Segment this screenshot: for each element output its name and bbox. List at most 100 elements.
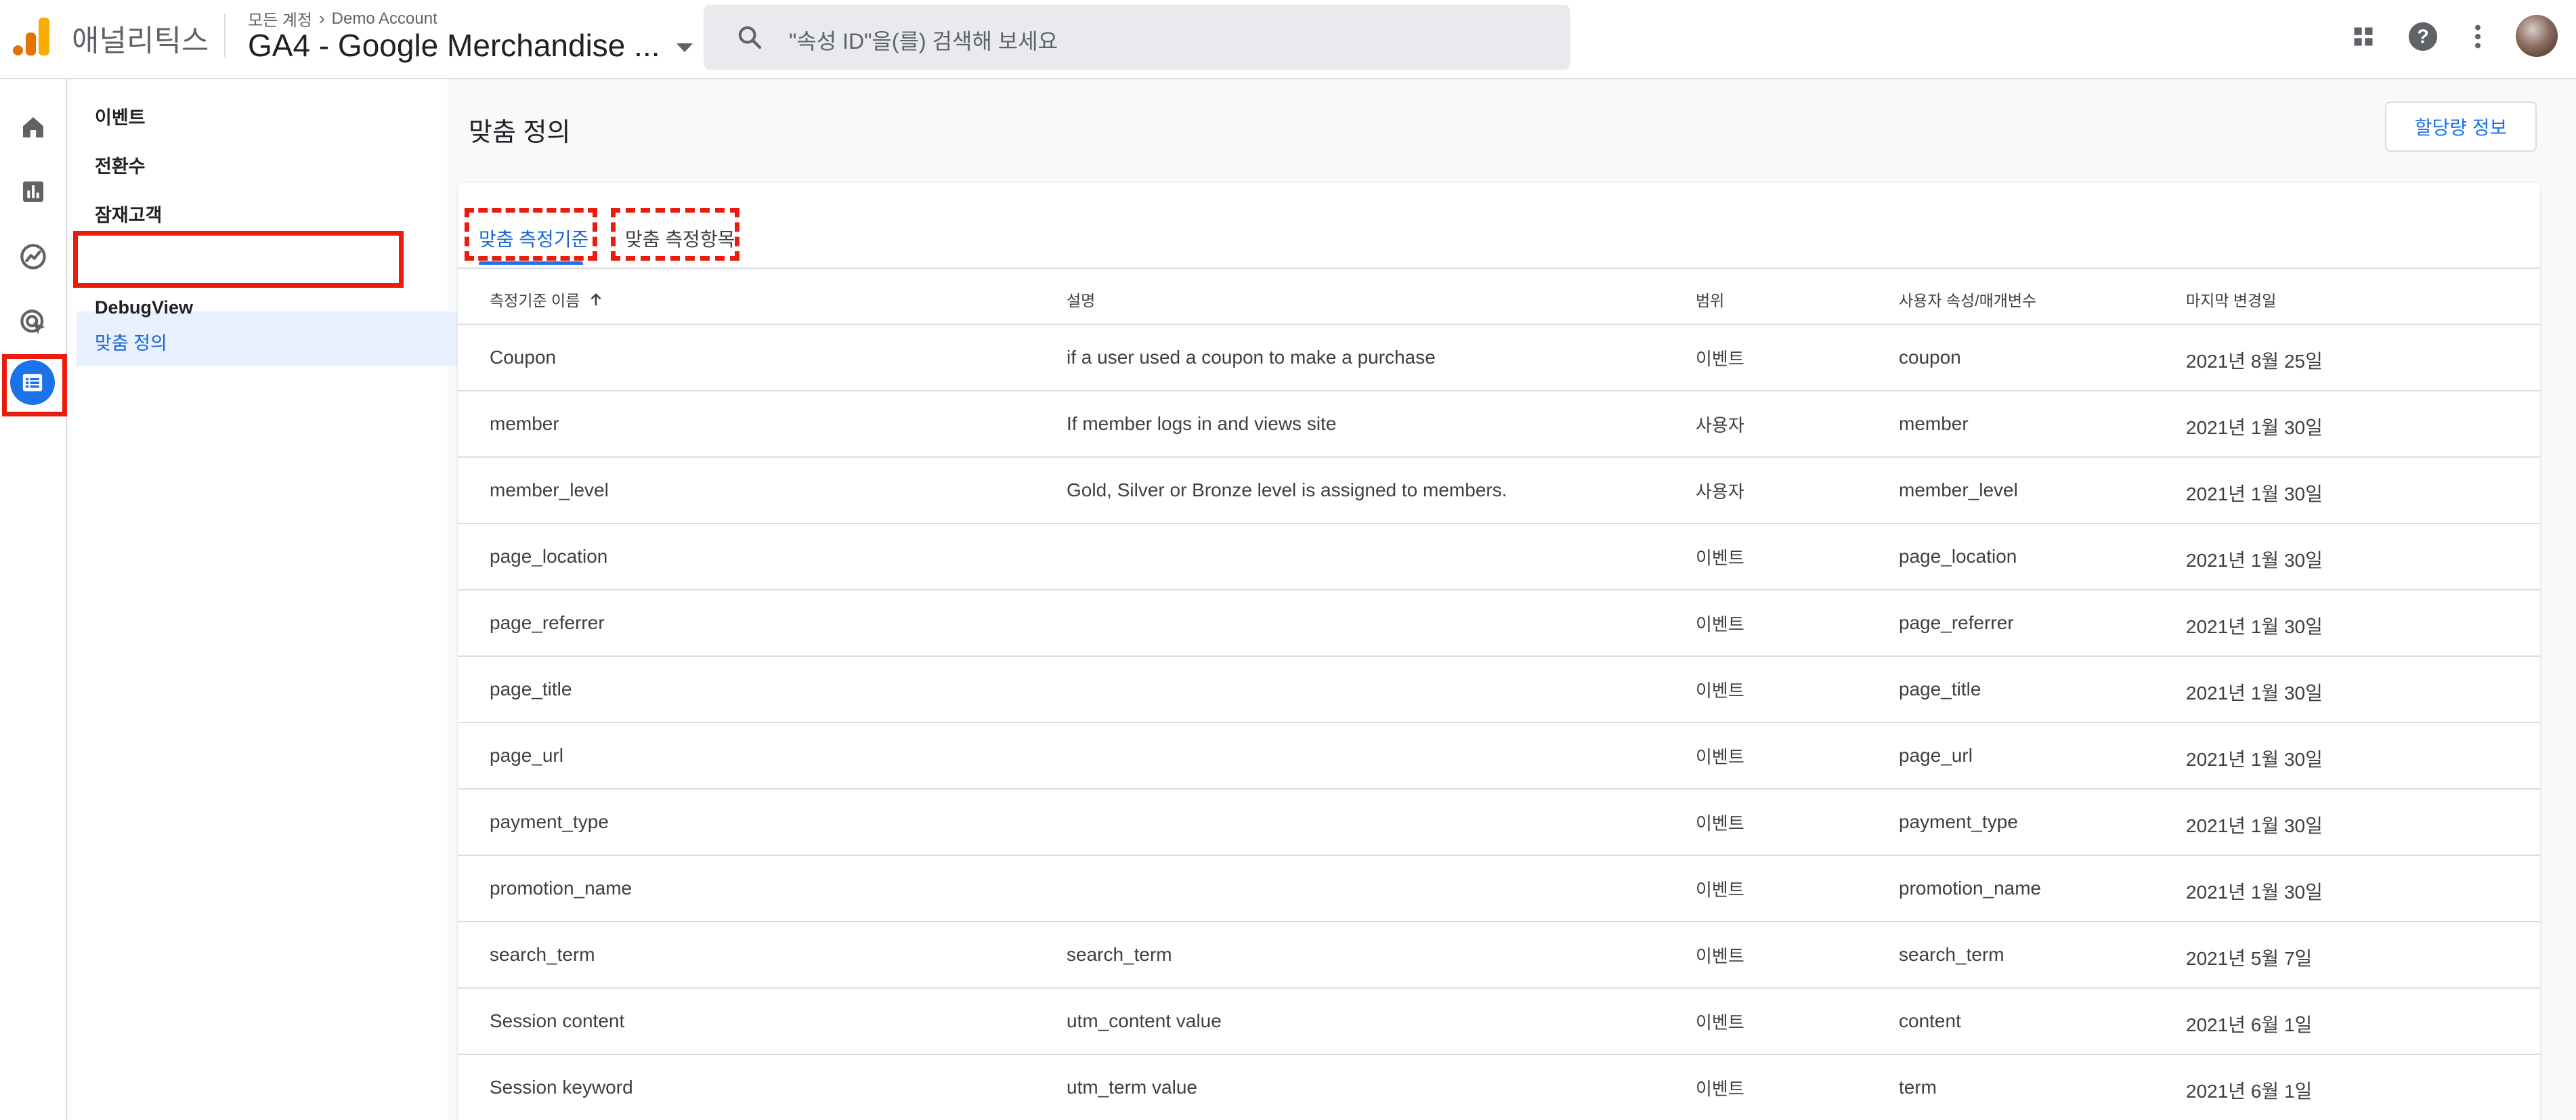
- cell-name: Session content: [490, 1010, 625, 1031]
- cell-description: if a user used a coupon to make a purcha…: [1067, 347, 1436, 368]
- cell-parameter: search_term: [1899, 944, 2004, 965]
- annotation-box-custom-definitions: [73, 231, 404, 288]
- table-row[interactable]: member If member logs in and views site …: [458, 391, 2540, 458]
- table-row[interactable]: search_term search_term 이벤트 search_term …: [458, 922, 2540, 989]
- cell-parameter: member: [1899, 413, 1969, 434]
- apps-grid-icon[interactable]: [2347, 20, 2380, 53]
- cell-scope: 이벤트: [1696, 813, 1744, 834]
- table-body: Coupon if a user used a coupon to make a…: [458, 325, 2540, 1120]
- table-row[interactable]: page_referrer 이벤트 page_referrer 2021년 1월…: [458, 590, 2540, 657]
- subnav-item-conversions[interactable]: 전환수: [95, 152, 146, 178]
- more-vert-icon[interactable]: [2462, 20, 2494, 53]
- cell-parameter: coupon: [1899, 347, 1961, 368]
- cell-parameter: payment_type: [1899, 811, 2018, 832]
- header-divider: [224, 14, 226, 57]
- cell-parameter: content: [1899, 1010, 1961, 1031]
- cell-last-modified: 2021년 6월 1일: [2186, 1014, 2313, 1035]
- cell-last-modified: 2021년 1월 30일: [2186, 483, 2323, 504]
- table-header: 측정기준 이름 설명 범위 사용자 속성/매개변수 마지막 변경일: [458, 267, 2540, 325]
- table-row[interactable]: Coupon if a user used a coupon to make a…: [458, 325, 2540, 391]
- arrow-upward-icon[interactable]: [588, 290, 604, 308]
- search-bar[interactable]: "속성 ID"을(를) 검색해 보세요: [704, 5, 1570, 70]
- cell-parameter: promotion_name: [1899, 878, 2042, 899]
- cell-name: search_term: [490, 944, 595, 965]
- column-header-description[interactable]: 설명: [1067, 288, 1095, 311]
- breadcrumb-account[interactable]: Demo Account: [332, 9, 437, 28]
- cell-last-modified: 2021년 1월 30일: [2186, 882, 2323, 903]
- annotation-box-tab-dimensions: [465, 208, 597, 261]
- column-header-scope[interactable]: 범위: [1696, 288, 1724, 311]
- cell-name: page_title: [490, 679, 572, 699]
- cell-name: page_referrer: [490, 612, 605, 633]
- subnav-item-debugview[interactable]: DebugView: [95, 297, 193, 318]
- definitions-card: 맞춤 측정기준 맞춤 측정항목 측정기준 이름 설명 범위 사용자 속성/매개변…: [458, 183, 2540, 1120]
- cell-scope: 이벤트: [1696, 548, 1744, 568]
- help-icon[interactable]: ?: [2407, 20, 2439, 53]
- cell-name: page_location: [490, 546, 608, 567]
- cell-scope: 이벤트: [1696, 349, 1744, 369]
- table-row[interactable]: page_location 이벤트 page_location 2021년 1월…: [458, 524, 2540, 590]
- app-name: 애널리틱스: [72, 24, 209, 58]
- cell-description: utm_term value: [1067, 1077, 1197, 1098]
- cell-scope: 이벤트: [1696, 880, 1744, 900]
- cell-last-modified: 2021년 1월 30일: [2186, 749, 2323, 770]
- cell-description: Gold, Silver or Bronze level is assigned…: [1067, 479, 1507, 500]
- cell-description: search_term: [1067, 944, 1172, 965]
- table-row[interactable]: page_title 이벤트 page_title 2021년 1월 30일: [458, 657, 2540, 723]
- cell-scope: 이벤트: [1696, 681, 1744, 701]
- cell-name: promotion_name: [490, 878, 632, 899]
- table-row[interactable]: Session content utm_content value 이벤트 co…: [458, 989, 2540, 1055]
- cell-last-modified: 2021년 1월 30일: [2186, 815, 2323, 836]
- property-selector[interactable]: GA4 - Google Merchandise ...: [248, 27, 693, 64]
- annotation-box-tab-metrics: [611, 208, 739, 261]
- column-header-name-label: 측정기준 이름: [490, 292, 580, 309]
- cell-scope: 이벤트: [1696, 747, 1744, 767]
- quota-info-button[interactable]: 할당량 정보: [2385, 102, 2537, 152]
- column-header-last-modified[interactable]: 마지막 변경일: [2186, 288, 2276, 311]
- cell-name: payment_type: [490, 811, 609, 832]
- cell-parameter: term: [1899, 1077, 1937, 1098]
- table-row[interactable]: promotion_name 이벤트 promotion_name 2021년 …: [458, 856, 2540, 922]
- cell-description: utm_content value: [1067, 1010, 1222, 1031]
- cell-scope: 이벤트: [1696, 946, 1744, 966]
- column-header-name[interactable]: 측정기준 이름: [490, 288, 604, 311]
- table-row[interactable]: page_url 이벤트 page_url 2021년 1월 30일: [458, 723, 2540, 790]
- explore-icon[interactable]: [14, 237, 53, 276]
- svg-text:?: ?: [2417, 26, 2429, 48]
- cell-parameter: member_level: [1899, 479, 2018, 500]
- cell-name: member_level: [490, 479, 609, 500]
- page-title: 맞춤 정의: [469, 119, 571, 147]
- cell-name: page_url: [490, 745, 563, 766]
- cell-last-modified: 2021년 5월 7일: [2186, 948, 2313, 969]
- table-row[interactable]: member_level Gold, Silver or Bronze leve…: [458, 458, 2540, 524]
- cell-scope: 이벤트: [1696, 1079, 1744, 1099]
- home-icon[interactable]: [14, 108, 53, 147]
- property-name[interactable]: GA4 - Google Merchandise ...: [248, 27, 660, 64]
- cell-name: member: [490, 413, 559, 434]
- table-row[interactable]: Session keyword utm_term value 이벤트 term …: [458, 1055, 2540, 1120]
- table-row[interactable]: payment_type 이벤트 payment_type 2021년 1월 3…: [458, 790, 2540, 856]
- column-header-parameter[interactable]: 사용자 속성/매개변수: [1899, 288, 2036, 311]
- cell-scope: 사용자: [1696, 481, 1744, 502]
- reports-icon[interactable]: [14, 172, 53, 211]
- cell-last-modified: 2021년 8월 25일: [2186, 351, 2323, 372]
- cell-description: If member logs in and views site: [1067, 413, 1337, 434]
- subnav-item-custom-definitions[interactable]: 맞춤 정의: [95, 328, 167, 355]
- cell-parameter: page_referrer: [1899, 612, 2014, 633]
- analytics-logo[interactable]: [13, 18, 49, 56]
- search-input[interactable]: "속성 ID"을(를) 검색해 보세요: [789, 24, 1058, 56]
- cell-parameter: page_title: [1899, 679, 1981, 699]
- subnav-item-audiences[interactable]: 잠재고객: [95, 200, 162, 227]
- cell-last-modified: 2021년 1월 30일: [2186, 417, 2323, 438]
- cell-last-modified: 2021년 1월 30일: [2186, 683, 2323, 704]
- cell-parameter: page_url: [1899, 745, 1973, 766]
- avatar[interactable]: [2516, 15, 2558, 57]
- cell-name: Coupon: [490, 347, 557, 368]
- chevron-right-icon: ›: [319, 8, 325, 28]
- dropdown-arrow-icon[interactable]: [676, 43, 693, 52]
- cell-name: Session keyword: [490, 1077, 633, 1098]
- advertising-icon[interactable]: [14, 303, 53, 342]
- cell-parameter: page_location: [1899, 546, 2017, 567]
- cell-scope: 이벤트: [1696, 614, 1744, 634]
- subnav-item-events[interactable]: 이벤트: [95, 103, 146, 129]
